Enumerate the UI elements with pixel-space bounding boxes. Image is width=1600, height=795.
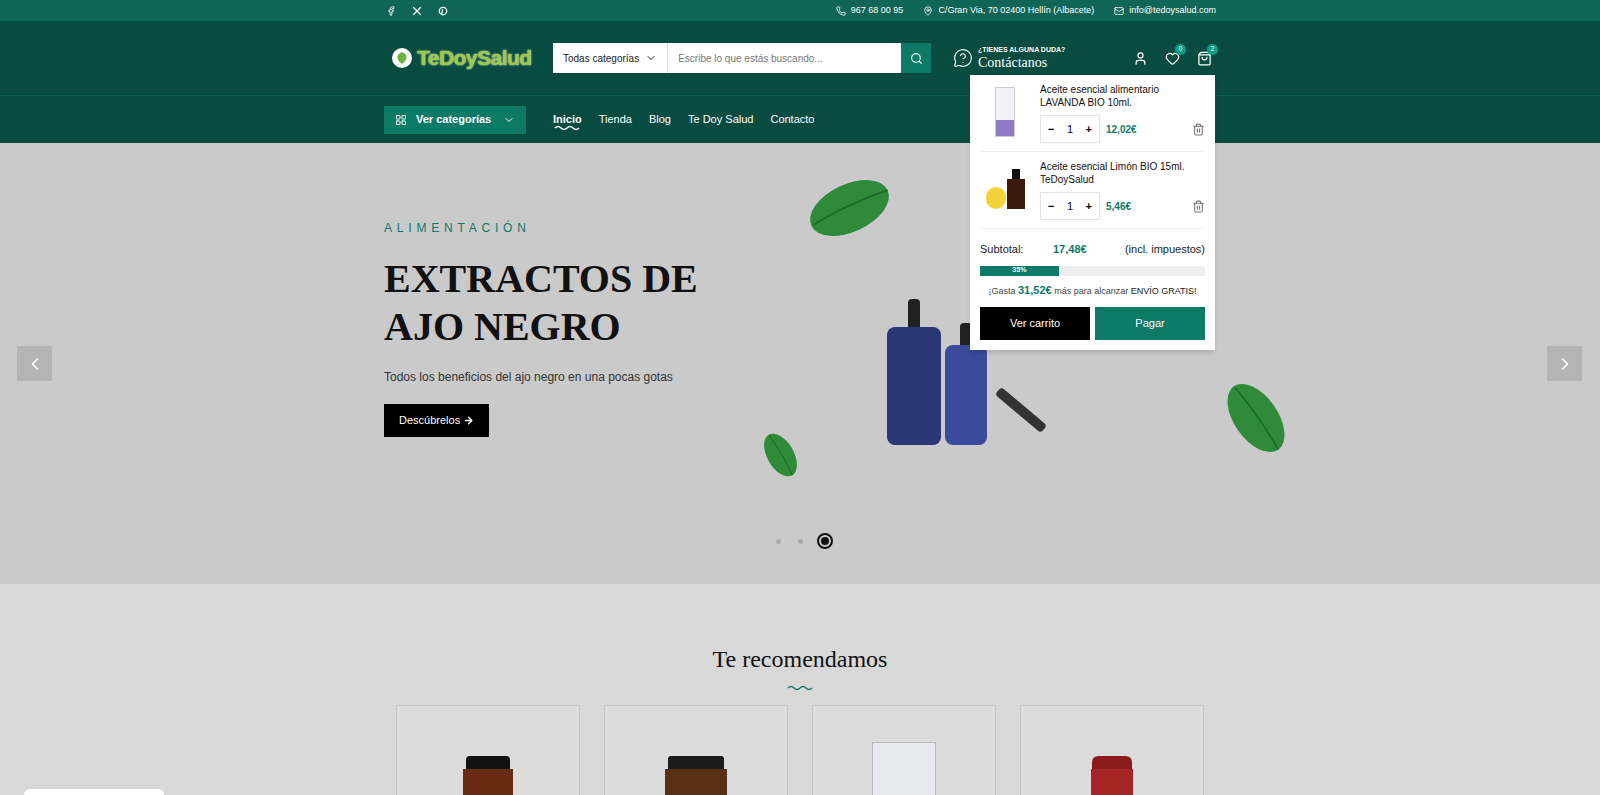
- search-icon: [910, 52, 923, 65]
- hero-slider: ALIMENTACIÓN EXTRACTOS DE AJO NEGRO Todos …: [0, 143, 1600, 584]
- wishlist-badge: 0: [1175, 44, 1186, 55]
- nav-link[interactable]: Inicio: [553, 111, 582, 128]
- product-card[interactable]: [396, 705, 580, 795]
- nav-link[interactable]: Te Doy Salud: [688, 111, 753, 128]
- cart-item-price: 5,46€: [1106, 199, 1131, 214]
- slider-dot[interactable]: [795, 536, 805, 546]
- leaf-icon: [792, 159, 907, 258]
- leaf-icon: [744, 419, 816, 490]
- logo[interactable]: TeDoySalud: [390, 42, 532, 74]
- nav-link[interactable]: Blog: [649, 111, 671, 128]
- chevron-left-icon: [25, 354, 45, 374]
- search-bar: Todas categoríasEscribe lo que estás bus…: [553, 43, 931, 73]
- slider-dot[interactable]: [773, 536, 783, 546]
- categories-button[interactable]: Ver categorías: [384, 106, 526, 134]
- leaf-icon: [1197, 359, 1316, 477]
- product-thumbnail: [980, 160, 1030, 218]
- hero-button[interactable]: Descúbrelos: [384, 404, 489, 437]
- cart-item-name[interactable]: Aceite esencial alimentario LAVANDA BIO …: [1040, 83, 1205, 109]
- email[interactable]: info@tedoysalud.com: [1114, 4, 1216, 18]
- hero-eyebrow: ALIMENTACIÓN: [384, 219, 804, 237]
- product-card[interactable]: [1020, 705, 1204, 795]
- decrease-button[interactable]: −: [1048, 121, 1054, 138]
- progress-fill: 35%: [980, 266, 1059, 276]
- x-icon[interactable]: [412, 6, 422, 16]
- quantity-stepper: −1 +: [1040, 192, 1100, 220]
- next-slide-button[interactable]: [1547, 346, 1582, 381]
- active-wave-icon: [554, 125, 580, 131]
- increase-button[interactable]: +: [1086, 198, 1092, 215]
- checkout-button[interactable]: Pagar: [1095, 307, 1205, 340]
- trash-icon[interactable]: [1192, 123, 1205, 136]
- arrow-right-icon: [463, 415, 474, 426]
- chevron-down-icon: [645, 52, 657, 64]
- cart-item-price: 12,02€: [1106, 122, 1137, 137]
- section-title: Te recomendamos: [0, 641, 1600, 677]
- address: C/Gran Via, 70 02400 Hellín (Albacete): [923, 4, 1094, 18]
- top-bar: 967 68 00 95 C/Gran Via, 70 02400 Hellín …: [0, 0, 1600, 21]
- cart-dropdown: Aceite esencial alimentario LAVANDA BIO …: [970, 75, 1215, 350]
- cart-item-name[interactable]: Aceite esencial Limón BIO 15ml. TeDoySal…: [1040, 160, 1205, 186]
- question-icon: [953, 48, 973, 68]
- pinterest-icon[interactable]: [438, 6, 448, 16]
- product-card[interactable]: [812, 705, 996, 795]
- page: 967 68 00 95 C/Gran Via, 70 02400 Hellín …: [0, 0, 1600, 795]
- cart-item: Aceite esencial alimentario LAVANDA BIO …: [980, 75, 1205, 152]
- header: TeDoySalud Todas categoríasEscribe lo que…: [0, 21, 1600, 95]
- map-pin-icon: [923, 6, 933, 16]
- cookie-bar: [24, 789, 164, 795]
- cart-badge: 2: [1207, 44, 1218, 55]
- decrease-button[interactable]: −: [1048, 198, 1054, 215]
- shipping-message: ¡Gasta 31,52€ más para alcanzar ENVÍO GR…: [980, 282, 1205, 299]
- increase-button[interactable]: +: [1086, 121, 1092, 138]
- recommended-section: Te recomendamos: [0, 584, 1600, 795]
- category-select[interactable]: Todas categorías: [553, 43, 668, 73]
- slider-dot[interactable]: [817, 533, 833, 549]
- hero-title: EXTRACTOS DE AJO NEGRO: [384, 255, 784, 351]
- chevron-right-icon: [1555, 354, 1575, 374]
- search-input[interactable]: Escribe lo que estás buscando...: [668, 43, 901, 73]
- nav-link[interactable]: Contacto: [770, 111, 814, 128]
- cart-item: Aceite esencial Limón BIO 15ml. TeDoySal…: [980, 152, 1205, 229]
- mail-icon: [1114, 6, 1124, 16]
- product-thumbnail: [980, 83, 1030, 141]
- prev-slide-button[interactable]: [17, 346, 52, 381]
- contact-link[interactable]: ¿TIENES ALGUNA DUDA?Contáctanos: [953, 46, 1065, 70]
- nav-bar: Ver categorías Inicio Tienda Blog Te Doy Sal…: [0, 95, 1600, 143]
- product-card[interactable]: [604, 705, 788, 795]
- cart-button[interactable]: 2: [1197, 51, 1212, 66]
- phone[interactable]: 967 68 00 95: [836, 4, 904, 18]
- trash-icon[interactable]: [1192, 200, 1205, 213]
- logo-icon: [390, 46, 414, 70]
- wishlist-button[interactable]: 0: [1165, 51, 1180, 66]
- nav-link[interactable]: Tienda: [599, 111, 632, 128]
- chevron-down-icon: [503, 114, 515, 126]
- search-button[interactable]: [901, 43, 931, 73]
- view-cart-button[interactable]: Ver carrito: [980, 307, 1090, 340]
- hero-subtitle: Todos los beneficios del ajo negro en un…: [384, 368, 804, 386]
- quantity-stepper: −1 +: [1040, 115, 1100, 143]
- grid-icon: [395, 114, 407, 126]
- quantity-value[interactable]: 1: [1067, 198, 1073, 215]
- shipping-progress: 35%: [980, 266, 1205, 276]
- cart-subtotal: Subtotal:17,48€(incl. impuestos): [980, 241, 1205, 258]
- phone-icon: [836, 6, 846, 16]
- facebook-icon[interactable]: [386, 6, 396, 16]
- quantity-value[interactable]: 1: [1067, 121, 1073, 138]
- wave-icon: [787, 685, 813, 691]
- account-icon[interactable]: [1133, 51, 1148, 66]
